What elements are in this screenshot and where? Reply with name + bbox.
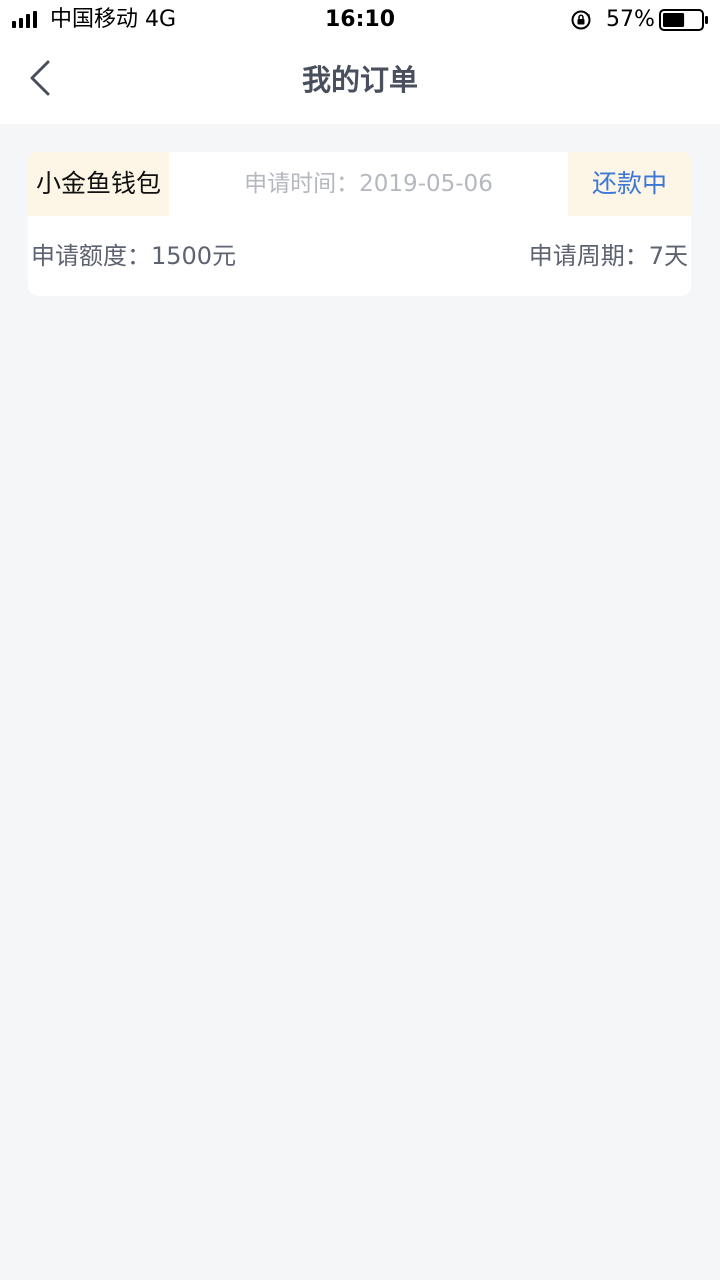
apply-time: 申请时间：2019-05-06 xyxy=(244,171,493,197)
page-title: 我的订单 xyxy=(301,63,418,97)
product-name: 小金鱼钱包 xyxy=(28,152,169,216)
apply-period: 申请周期：7天 xyxy=(528,242,688,270)
battery-icon xyxy=(659,9,708,31)
rotation-lock-icon xyxy=(571,10,591,30)
nav-bar: 我的订单 xyxy=(0,40,720,124)
apply-amount: 申请额度：1500元 xyxy=(31,242,237,270)
status-badge: 还款中 xyxy=(568,152,691,216)
status-bar: 中国移动 4G 16:10 57% xyxy=(0,0,720,40)
battery-percent: 57% xyxy=(606,7,655,32)
order-card[interactable]: 小金鱼钱包 申请时间：2019-05-06 还款中 申请额度：1500元 申请周… xyxy=(28,152,691,296)
